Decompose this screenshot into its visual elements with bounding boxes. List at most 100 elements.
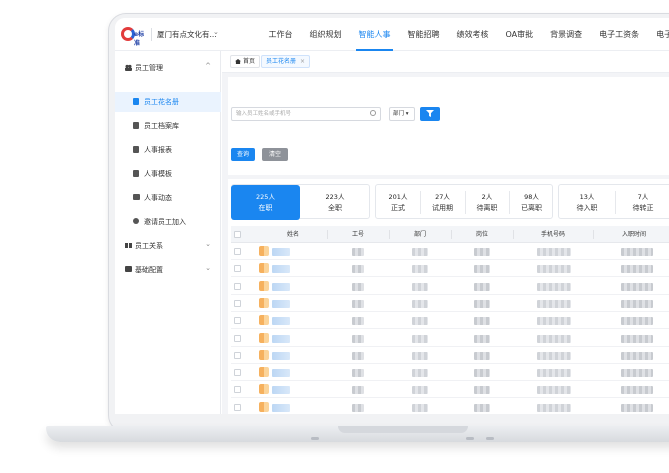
position-redacted xyxy=(474,317,490,326)
table-row[interactable] xyxy=(231,243,669,260)
name-redacted xyxy=(272,265,290,274)
sidebar-group-basic-config[interactable]: 基础配置 ⌄ xyxy=(115,260,221,280)
sidebar-item-roster[interactable]: 员工花名册 xyxy=(115,92,221,112)
sidebar-item-invite[interactable]: 邀请员工加入 xyxy=(115,212,221,232)
stat-left[interactable]: 98人 已离职 xyxy=(509,185,554,220)
row-checkbox[interactable] xyxy=(234,403,241,411)
id-redacted xyxy=(352,282,364,291)
column-header-position[interactable]: 岗位 xyxy=(451,226,513,243)
nav-item[interactable]: 背景调查 xyxy=(542,18,591,51)
query-button[interactable]: 查询 xyxy=(231,148,255,161)
row-checkbox[interactable] xyxy=(234,248,241,255)
row-checkbox[interactable] xyxy=(234,334,241,342)
stat-label: 全职 xyxy=(328,204,342,212)
table-header: 姓名 工号 部门 岗位 手机号码 入职时间 xyxy=(231,226,669,243)
chevron-down-icon[interactable]: ⌄ xyxy=(213,28,219,36)
hire-date-redacted xyxy=(621,317,653,326)
company-switcher[interactable]: 厦门有点文化有... xyxy=(157,29,217,40)
department-redacted xyxy=(412,282,428,291)
settings-icon xyxy=(125,266,132,272)
stat-pending-confirm[interactable]: 7人 待转正 xyxy=(615,185,669,220)
sidebar: 员工管理 ^ 员工花名册 员工档案库 人事报表 人事模板 人事动态 邀请员工加入… xyxy=(115,51,221,414)
table-row[interactable] xyxy=(231,295,669,312)
row-checkbox[interactable] xyxy=(234,386,241,394)
nav-item[interactable]: 绩效考核 xyxy=(448,18,497,51)
row-checkbox[interactable] xyxy=(234,351,241,359)
chevron-up-icon: ^ xyxy=(205,62,211,70)
filter-button[interactable] xyxy=(420,107,440,121)
table-row[interactable] xyxy=(231,347,669,364)
laptop-notch xyxy=(338,426,468,433)
stat-employed[interactable]: 225人 在职 xyxy=(231,185,300,220)
position-redacted xyxy=(474,282,490,291)
stat-regular[interactable]: 201人 正式 xyxy=(376,185,420,220)
id-redacted xyxy=(352,386,364,395)
department-redacted xyxy=(412,351,428,360)
department-redacted xyxy=(412,386,428,395)
row-checkbox[interactable] xyxy=(234,265,241,273)
table-row[interactable] xyxy=(231,364,669,382)
hire-date-redacted xyxy=(621,369,653,378)
avatar xyxy=(259,280,269,291)
nav-item[interactable]: 电子工资条 xyxy=(591,18,648,51)
stat-number: 7人 xyxy=(637,193,649,201)
nav-item[interactable]: OA审批 xyxy=(497,18,542,51)
table-row[interactable] xyxy=(231,260,669,278)
table-row[interactable] xyxy=(231,330,669,347)
column-header-department[interactable]: 部门 xyxy=(389,226,451,243)
position-redacted xyxy=(474,248,490,256)
search-icon[interactable] xyxy=(370,110,376,116)
nav-item[interactable]: 工作台 xyxy=(260,18,301,51)
table-row[interactable] xyxy=(231,399,669,414)
sidebar-item-label: 邀请员工加入 xyxy=(144,218,186,226)
name-redacted xyxy=(272,351,290,360)
sidebar-group-employee-relations[interactable]: 员工关系 ⌄ xyxy=(115,236,221,256)
logo[interactable]: e标准 xyxy=(121,27,147,47)
reset-button[interactable]: 清空 xyxy=(262,148,288,161)
row-checkbox[interactable] xyxy=(234,282,241,290)
column-header-name[interactable]: 姓名 xyxy=(259,226,327,243)
logo-icon xyxy=(121,27,135,41)
row-checkbox[interactable] xyxy=(234,317,241,325)
stat-fulltime[interactable]: 223人 全职 xyxy=(300,185,370,220)
table-row[interactable] xyxy=(231,278,669,295)
row-checkbox[interactable] xyxy=(234,299,241,307)
select-all-checkbox[interactable] xyxy=(234,231,241,238)
phone-redacted xyxy=(537,403,571,412)
row-checkbox[interactable] xyxy=(234,369,241,377)
filter-panel xyxy=(228,77,669,175)
sidebar-item-label: 人事报表 xyxy=(144,146,172,154)
nav-item[interactable]: 组织规划 xyxy=(301,18,350,51)
sidebar-item-archive[interactable]: 员工档案库 xyxy=(115,116,221,136)
logo-text: e标准 xyxy=(134,31,145,47)
name-redacted xyxy=(272,248,290,256)
sidebar-group-employee-management[interactable]: 员工管理 ^ xyxy=(115,58,221,78)
column-header-phone[interactable]: 手机号码 xyxy=(513,226,593,243)
stat-label: 待转正 xyxy=(632,204,654,212)
stat-probation[interactable]: 27人 试用期 xyxy=(420,185,465,220)
nav-item[interactable]: 电子合同 xyxy=(648,18,669,51)
department-select[interactable]: 部门 ▾ xyxy=(389,107,415,121)
nav-item[interactable]: 智能招聘 xyxy=(399,18,448,51)
archive-icon xyxy=(133,122,139,129)
nav-item[interactable]: 智能人事 xyxy=(350,18,399,51)
search-placeholder: 输入员工姓名或手机号 xyxy=(236,111,292,117)
avatar xyxy=(259,401,269,412)
sidebar-item-templates[interactable]: 人事模板 xyxy=(115,164,221,184)
avatar xyxy=(259,384,269,395)
table-row[interactable] xyxy=(231,312,669,330)
table-row[interactable] xyxy=(231,381,669,399)
column-header-hire-date[interactable]: 入职时间 xyxy=(593,226,669,243)
column-header-id[interactable]: 工号 xyxy=(327,226,389,243)
stat-pending-leave[interactable]: 2人 待离职 xyxy=(465,185,509,220)
app-screenshot: e标准 厦门有点文化有... ⌄ 工作台 组织规划 智能人事 智能招聘 绩效考核 OA审批… xyxy=(0,0,669,473)
sidebar-item-dynamics[interactable]: 人事动态 xyxy=(115,188,221,208)
name-redacted xyxy=(272,299,290,308)
department-redacted xyxy=(412,403,428,412)
top-navigation-bar: e标准 厦门有点文化有... ⌄ 工作台 组织规划 智能人事 智能招聘 绩效考核 OA审批… xyxy=(115,18,669,51)
sidebar-item-reports[interactable]: 人事报表 xyxy=(115,140,221,160)
avatar xyxy=(259,263,269,274)
id-redacted xyxy=(352,299,364,308)
stat-pending-onboard[interactable]: 13人 待入职 xyxy=(559,185,615,220)
search-input[interactable]: 输入员工姓名或手机号 xyxy=(231,107,381,121)
